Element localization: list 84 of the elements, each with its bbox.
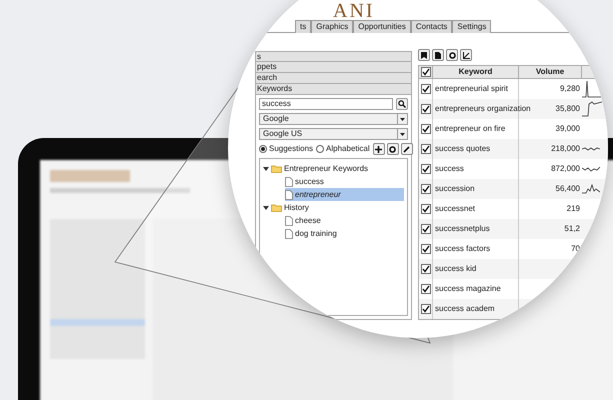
keyword-cell: success	[435, 163, 464, 175]
accordion-header[interactable]: Keywords	[255, 84, 412, 95]
checkbox[interactable]	[420, 164, 430, 174]
volume-cell: 219	[566, 203, 580, 215]
plus-icon	[375, 146, 382, 152]
tab[interactable]: Graphics	[311, 20, 354, 33]
volume-cell: 35,800	[556, 103, 580, 115]
dropdown[interactable]: Google	[259, 113, 408, 125]
edit-button[interactable]	[400, 143, 413, 155]
tree-item[interactable]: entrepreneur	[285, 188, 404, 201]
accordion-header[interactable]: earch	[255, 73, 412, 84]
volume-cell: 218,000	[551, 143, 580, 155]
chart-icon	[462, 52, 470, 58]
folder-icon	[271, 204, 282, 212]
checkbox[interactable]	[420, 184, 430, 194]
checkbox[interactable]	[420, 244, 430, 254]
column-header[interactable]: Keyword	[433, 66, 519, 78]
checkbox[interactable]	[420, 204, 430, 214]
tree-item-label: History	[284, 202, 309, 214]
column-header[interactable]: Volume	[519, 66, 582, 78]
tree-item[interactable]: success	[285, 175, 404, 188]
accordion-header[interactable]: s	[255, 51, 412, 62]
tree-item[interactable]: cheese	[285, 214, 404, 227]
checkbox[interactable]	[420, 124, 430, 134]
tree-item-label: Entrepreneur Keywords	[284, 162, 368, 174]
expand-arrow-icon[interactable]	[263, 166, 269, 172]
bookmark-icon	[421, 52, 427, 58]
keyword-cell: successnet	[435, 203, 476, 215]
keyword-cell: successnetplus	[435, 223, 490, 235]
tree-item-label: entrepreneur	[295, 188, 341, 200]
caret-icon	[400, 118, 405, 120]
volume-cell: 39,000	[556, 123, 580, 135]
checkbox[interactable]	[420, 144, 430, 154]
tab[interactable]: ts	[295, 20, 312, 33]
tree-item-label: success	[295, 176, 324, 188]
accordion-header[interactable]: ppets	[255, 62, 412, 73]
tree-item[interactable]: dog training	[285, 227, 404, 240]
volume-cell: 9,280	[560, 83, 580, 95]
checkbox[interactable]	[420, 67, 430, 77]
keyword-cell: entrepreneur on fire	[435, 123, 506, 135]
volume-cell: 872,000	[551, 163, 580, 175]
tree-item-label: cheese	[295, 214, 321, 226]
chart-button[interactable]	[460, 49, 472, 61]
checkbox[interactable]	[420, 264, 430, 274]
checkbox[interactable]	[420, 224, 430, 234]
tree-item[interactable]: Entrepreneur Keywords	[263, 162, 404, 175]
folder-icon	[271, 164, 282, 172]
caret-icon	[400, 132, 405, 136]
volume-cell: 56,400	[556, 183, 580, 195]
bookmark-button[interactable]	[418, 49, 430, 61]
dropdown[interactable]: Google US	[259, 128, 408, 140]
keyword-cell: succession	[435, 183, 475, 195]
radio-option[interactable]: Alphabetical	[316, 143, 370, 155]
document-button[interactable]	[432, 49, 444, 61]
keyword-cell: entrepreneurial spirit	[435, 83, 508, 95]
checkbox[interactable]	[420, 84, 430, 94]
keyword-cell: success factors	[435, 243, 490, 255]
keyword-cell: success quotes	[435, 143, 490, 155]
volume-cell: 51,2	[564, 223, 580, 235]
tree-item-label: dog training	[295, 228, 337, 240]
search-icon	[398, 100, 406, 108]
radio-button[interactable]	[259, 145, 267, 153]
radio-button[interactable]	[316, 145, 324, 153]
ring-icon	[448, 52, 456, 58]
keyword-cell: entrepreneurs organization	[435, 103, 531, 115]
keyword-cell: success kid	[435, 263, 476, 275]
pencil-icon	[403, 146, 410, 152]
expand-arrow-icon[interactable]	[263, 204, 269, 210]
ring-icon	[389, 146, 396, 152]
keyword-cell: success academ	[435, 303, 495, 315]
tab[interactable]: Opportunities	[353, 20, 411, 33]
document-icon	[435, 52, 441, 58]
keyword-cell: success magazine	[435, 283, 501, 295]
tree-item[interactable]: History	[263, 201, 404, 214]
app-logo: ANI	[333, 2, 375, 20]
checkbox[interactable]	[420, 284, 430, 294]
add-button[interactable]	[372, 143, 385, 155]
search-field[interactable]: success	[259, 98, 393, 110]
checkbox[interactable]	[420, 104, 430, 114]
tab[interactable]: Contacts	[410, 20, 452, 33]
tab[interactable]: Settings	[452, 20, 492, 33]
checkbox[interactable]	[420, 304, 430, 314]
radio-option[interactable]: Suggestions	[259, 143, 314, 155]
search-button[interactable]	[396, 98, 408, 110]
